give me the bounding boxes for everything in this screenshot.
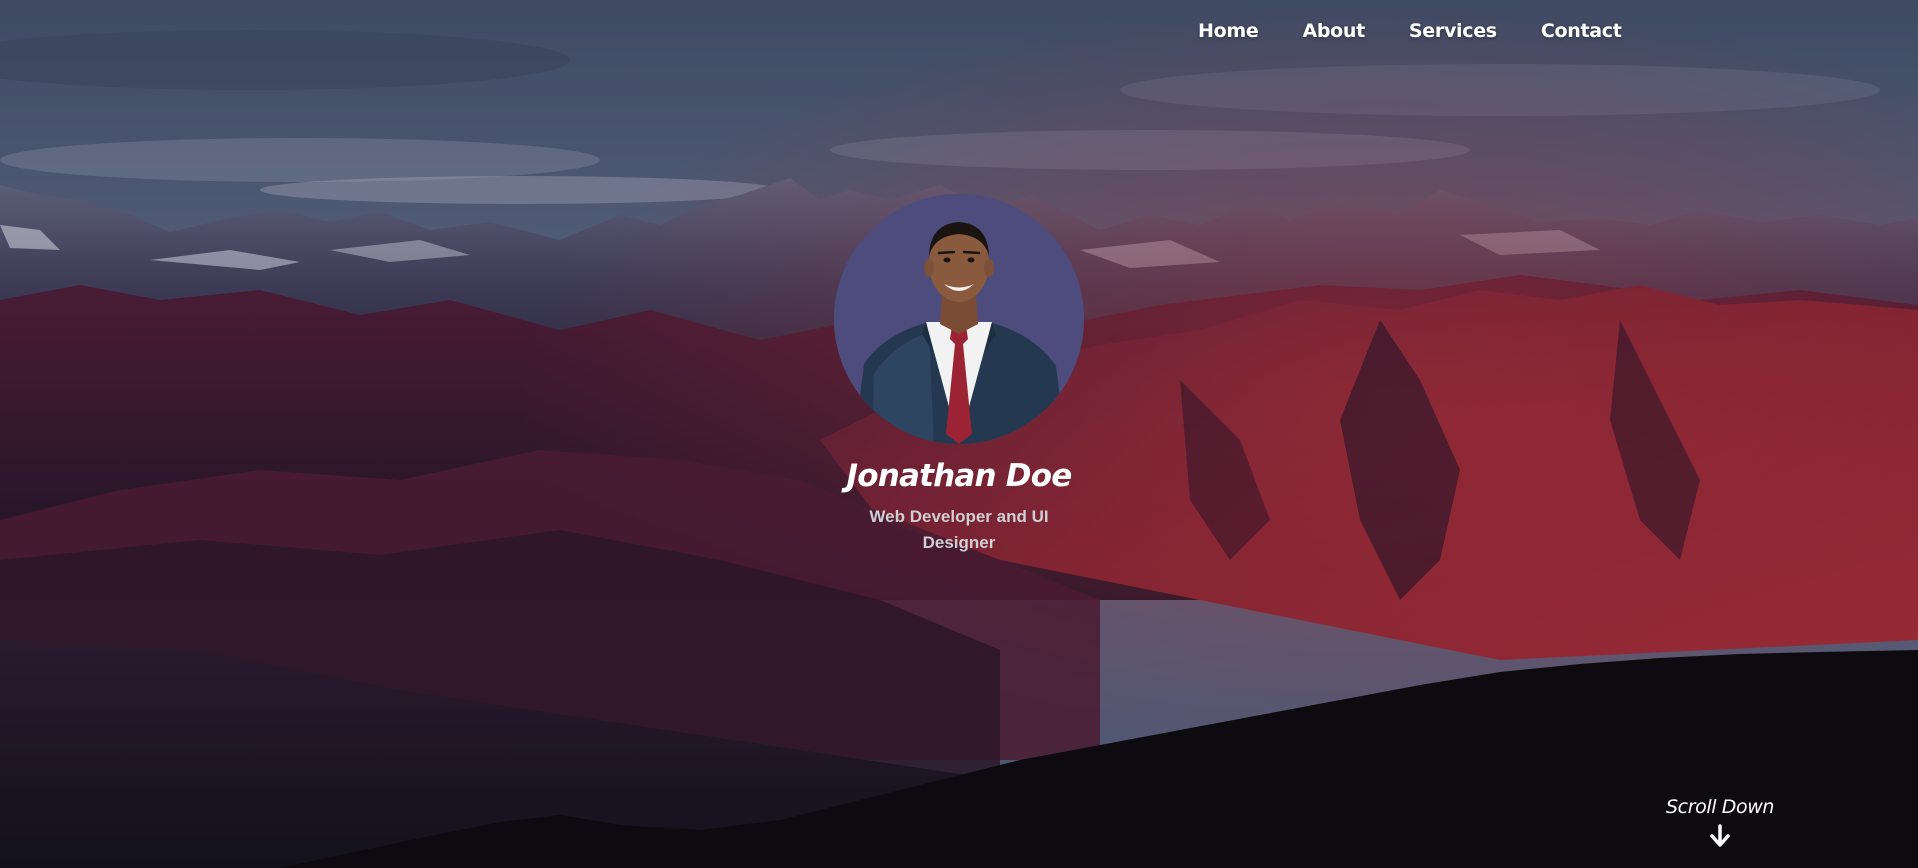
arrow-down-icon	[1710, 824, 1730, 847]
scroll-down-button[interactable]: Scroll Down	[1640, 796, 1800, 848]
nav-link-contact[interactable]: Contact	[1541, 20, 1622, 42]
profile-name: Jonathan Doe	[846, 458, 1073, 494]
hero-section: Home About Services Contact Jonathan Doe…	[0, 0, 1918, 868]
person-portrait-icon	[834, 194, 1084, 444]
nav-link-home[interactable]: Home	[1198, 20, 1259, 42]
profile-avatar	[834, 194, 1084, 444]
nav-link-about[interactable]: About	[1302, 20, 1365, 42]
profile-role: Web Developer and UI Designer	[869, 507, 1049, 552]
nav-link-services[interactable]: Services	[1409, 20, 1497, 42]
scroll-down-label: Scroll Down	[1666, 796, 1774, 818]
main-nav: Home About Services Contact	[1198, 20, 1622, 42]
